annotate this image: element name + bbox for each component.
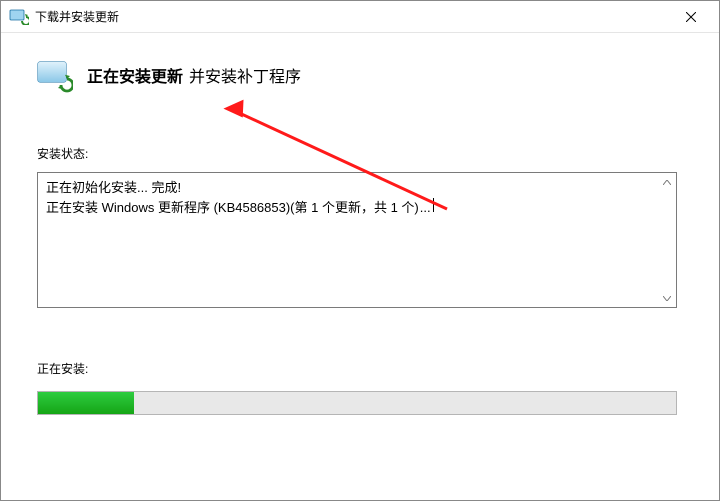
headline: 正在安装更新 并安装补丁程序 [87,61,301,87]
chevron-up-icon [663,180,671,185]
dialog-window: 下载并安装更新 [0,0,720,501]
update-icon [9,9,29,25]
status-line-1: 正在初始化安装... 完成! [46,179,658,198]
progress-fill [38,392,134,414]
content-area: 正在安装更新 并安装补丁程序 安装状态: 正在初始化安装... 完成! 正在安装… [1,33,719,433]
headline-light: 并安装补丁程序 [189,63,301,87]
close-icon [686,12,696,22]
status-ellipsis: ... [420,199,431,218]
scroll-down-button[interactable] [660,291,674,305]
scroll-up-button[interactable] [660,175,674,189]
headline-bold: 正在安装更新 [87,63,183,87]
close-button[interactable] [671,2,711,32]
status-label: 安装状态: [37,145,683,162]
header-row: 正在安装更新 并安装补丁程序 [37,61,683,93]
titlebar: 下载并安装更新 [1,1,719,33]
text-cursor [433,198,434,212]
chevron-down-icon [663,296,671,301]
progress-bar [37,391,677,415]
update-screen-icon [37,61,73,93]
window-title: 下载并安装更新 [35,8,671,25]
status-line-2-text: 正在安装 Windows 更新程序 (KB4586853)(第 1 个更新，共 … [46,199,419,218]
status-line-2: 正在安装 Windows 更新程序 (KB4586853)(第 1 个更新，共 … [46,198,658,218]
installing-label: 正在安装: [37,360,683,377]
status-textbox[interactable]: 正在初始化安装... 完成! 正在安装 Windows 更新程序 (KB4586… [37,172,677,308]
